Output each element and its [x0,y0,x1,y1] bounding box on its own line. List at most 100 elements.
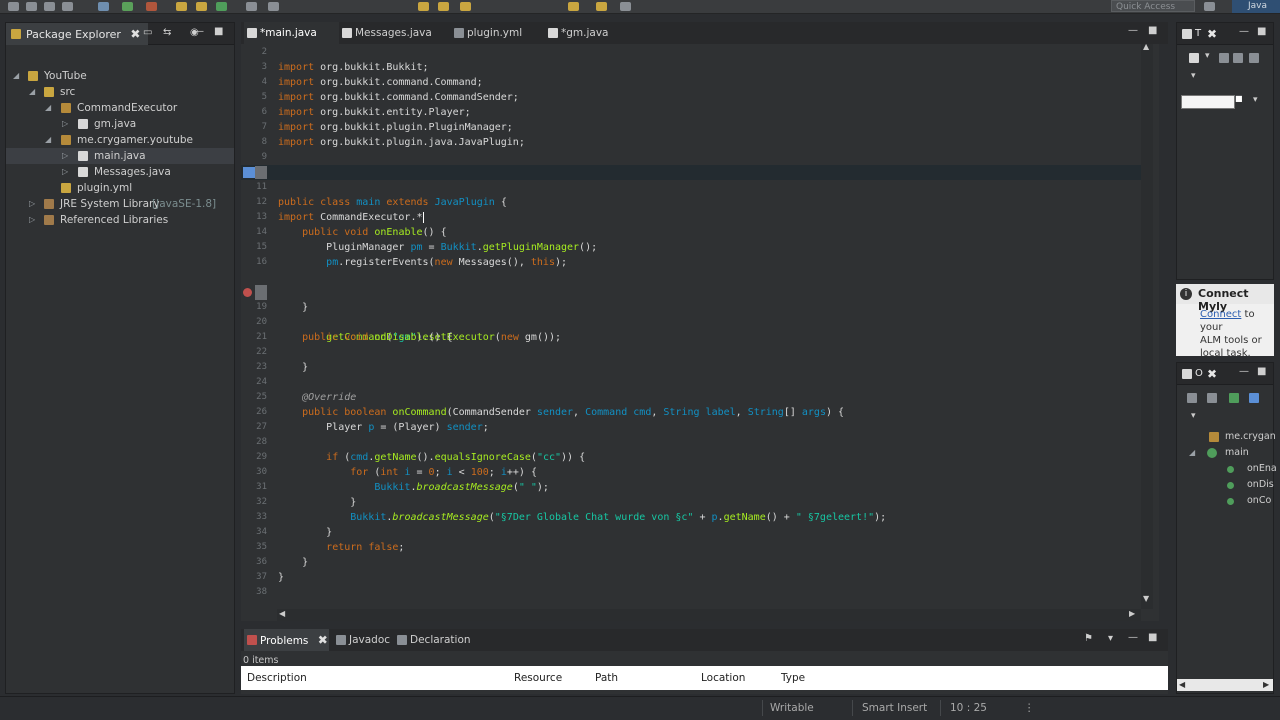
save-icon[interactable] [26,2,37,11]
tree-item-library[interactable]: ▷ JRE System Library [JavaSE-1.8] [6,196,234,212]
minimize-icon[interactable]: — [194,26,204,37]
new-class-icon[interactable] [216,2,227,11]
scroll-down-icon[interactable]: ▼ [1143,594,1149,603]
maximize-icon[interactable]: ■ [1257,366,1266,377]
new-java-project-icon[interactable] [176,2,187,11]
expand-arrow-icon[interactable]: ◢ [1189,445,1195,461]
run-icon[interactable] [122,2,133,11]
task-search-dropdown[interactable]: ■ [1235,94,1245,110]
close-icon[interactable]: ✖ [130,27,140,41]
close-icon[interactable]: ✖ [318,633,328,647]
collapse-arrow-icon[interactable]: ▷ [62,116,68,132]
tab-plugin-yml[interactable]: plugin.yml [451,22,543,44]
expand-arrow-icon[interactable]: ◢ [13,68,19,84]
forward-arrow-icon[interactable] [620,2,631,11]
hide-static-icon[interactable] [1249,393,1259,403]
prev-annotation-icon[interactable] [438,2,449,11]
next-annotation-icon[interactable] [418,2,429,11]
collapse-arrow-icon[interactable]: ▷ [29,212,35,228]
view-menu-icon[interactable]: ▾ [1108,633,1113,644]
view-menu-icon[interactable]: ▾ [1253,95,1258,105]
scroll-left-icon[interactable]: ◀ [1179,680,1185,689]
sync-icon[interactable] [1219,53,1229,63]
tab-messages-java[interactable]: Messages.java [339,22,447,44]
horizontal-scrollbar[interactable]: ◀ ▶ [277,609,1141,621]
maximize-icon[interactable]: ■ [1148,632,1157,643]
tree-item-file-selected[interactable]: ▷ main.java [6,148,234,164]
java-perspective-button[interactable]: Java [1232,0,1280,13]
tree-item-src[interactable]: ◢ src [6,84,234,100]
last-edit-icon[interactable] [460,2,471,11]
scroll-right-icon[interactable]: ▶ [1263,680,1269,689]
sort-icon[interactable] [1207,393,1217,403]
quick-access-field[interactable]: Quick Access [1111,0,1195,12]
tab-declaration[interactable]: Declaration [394,629,474,651]
column-header[interactable]: Resource [514,672,562,684]
outline-horizontal-scrollbar[interactable]: ◀ ▶ [1177,679,1273,691]
collapse-arrow-icon[interactable]: ▷ [62,148,68,164]
scroll-right-icon[interactable]: ▶ [1129,609,1135,618]
collapse-arrow-icon[interactable]: ▷ [62,164,68,180]
back-icon[interactable] [568,2,579,11]
new-icon[interactable] [8,2,19,11]
print-icon[interactable] [62,2,73,11]
close-icon[interactable]: ✖ [1207,367,1217,381]
minimize-icon[interactable]: — [1128,25,1138,36]
column-header[interactable]: Path [595,672,618,684]
error-marker-icon[interactable] [243,167,255,178]
tree-item-file[interactable]: plugin.yml [6,180,234,196]
vertical-scrollbar[interactable]: ▲ ▼ [1141,42,1153,609]
filter-icon[interactable] [1233,53,1243,63]
tab-main-java[interactable]: *main.java [244,22,339,44]
maximize-icon[interactable]: ■ [1257,26,1266,37]
tree-item-package[interactable]: ◢ me.crygamer.youtube [6,132,234,148]
minimize-icon[interactable]: — [1239,366,1249,377]
outline-item[interactable]: me.crygan [1177,429,1276,445]
outline-item[interactable]: onEna [1177,461,1277,477]
tab-javadoc[interactable]: Javadoc [333,629,395,651]
save-all-icon[interactable] [44,2,55,11]
column-header[interactable]: Description [247,672,307,684]
filter-icon[interactable]: ⚑ [1084,633,1093,644]
scroll-up-icon[interactable]: ▲ [1143,42,1149,51]
tree-item-library[interactable]: ▷ Referenced Libraries [6,212,234,228]
open-perspective-icon[interactable] [1204,2,1215,11]
error-marker-icon[interactable] [243,288,252,297]
debug-icon[interactable] [98,2,109,11]
close-icon[interactable]: ✖ [1207,27,1217,41]
tree-item-package[interactable]: ◢ CommandExecutor [6,100,234,116]
tab-problems[interactable]: Problems ✖ [244,629,329,651]
forward-icon[interactable] [596,2,607,11]
maximize-icon[interactable]: ■ [1148,25,1157,36]
tree-item-file[interactable]: ▷ Messages.java [6,164,234,180]
expand-arrow-icon[interactable]: ◢ [45,100,51,116]
quick-fix-marker-icon[interactable] [255,285,267,300]
task-search-input[interactable] [1181,95,1235,109]
open-type-icon[interactable] [246,2,257,11]
collapse-arrow-icon[interactable]: ▷ [29,196,35,212]
package-explorer-tab[interactable]: Package Explorer ✖ [6,23,149,45]
view-menu-icon[interactable]: ▾ [1205,51,1210,61]
column-header[interactable]: Type [781,672,805,684]
link-with-editor-icon[interactable]: ⇆ [163,27,171,38]
connect-link[interactable]: Connect [1200,309,1241,320]
minimize-icon[interactable]: — [1128,632,1138,643]
tree-item-file[interactable]: ▷ gm.java [6,116,234,132]
status-menu-icon[interactable]: ⋮ [1024,702,1035,714]
minimize-icon[interactable]: — [1239,26,1249,37]
hide-fields-icon[interactable] [1229,393,1239,403]
expand-arrow-icon[interactable]: ◢ [45,132,51,148]
outline-item[interactable]: ◢ main [1177,445,1273,461]
tree-item-project[interactable]: ◢ YouTube [6,68,234,84]
column-header[interactable]: Location [701,672,745,684]
outline-item[interactable]: onCo [1177,493,1273,509]
new-task-icon[interactable] [1189,53,1199,63]
focus-icon[interactable] [1249,53,1259,63]
collapse-all-icon[interactable] [1187,393,1197,403]
expand-arrow-icon[interactable]: ◢ [29,84,35,100]
search-icon[interactable] [268,2,279,11]
external-tools-icon[interactable] [146,2,157,11]
maximize-icon[interactable]: ■ [214,26,223,37]
tab-gm-java[interactable]: *gm.java [545,22,625,44]
new-package-icon[interactable] [196,2,207,11]
